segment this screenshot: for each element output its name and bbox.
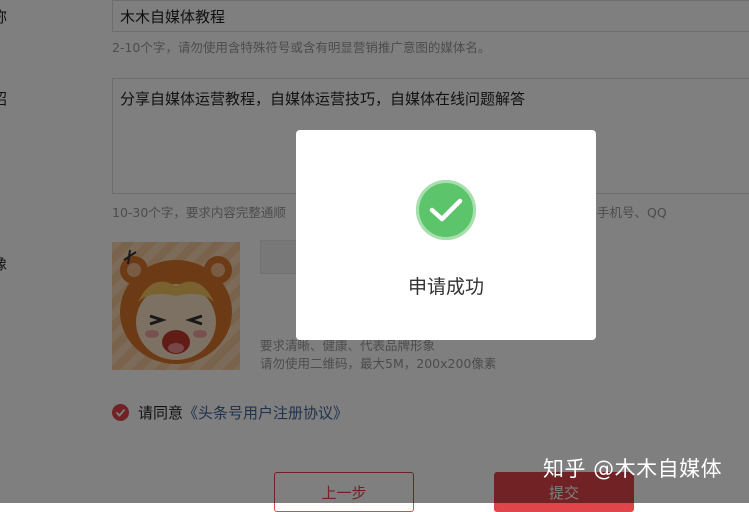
checkmark-circle-icon <box>416 180 476 240</box>
success-dialog: 申请成功 <box>296 130 596 340</box>
watermark-text: 知乎 @木木自媒体 <box>543 457 723 481</box>
success-message: 申请成功 <box>407 276 484 298</box>
checkmark-icon <box>429 198 463 222</box>
